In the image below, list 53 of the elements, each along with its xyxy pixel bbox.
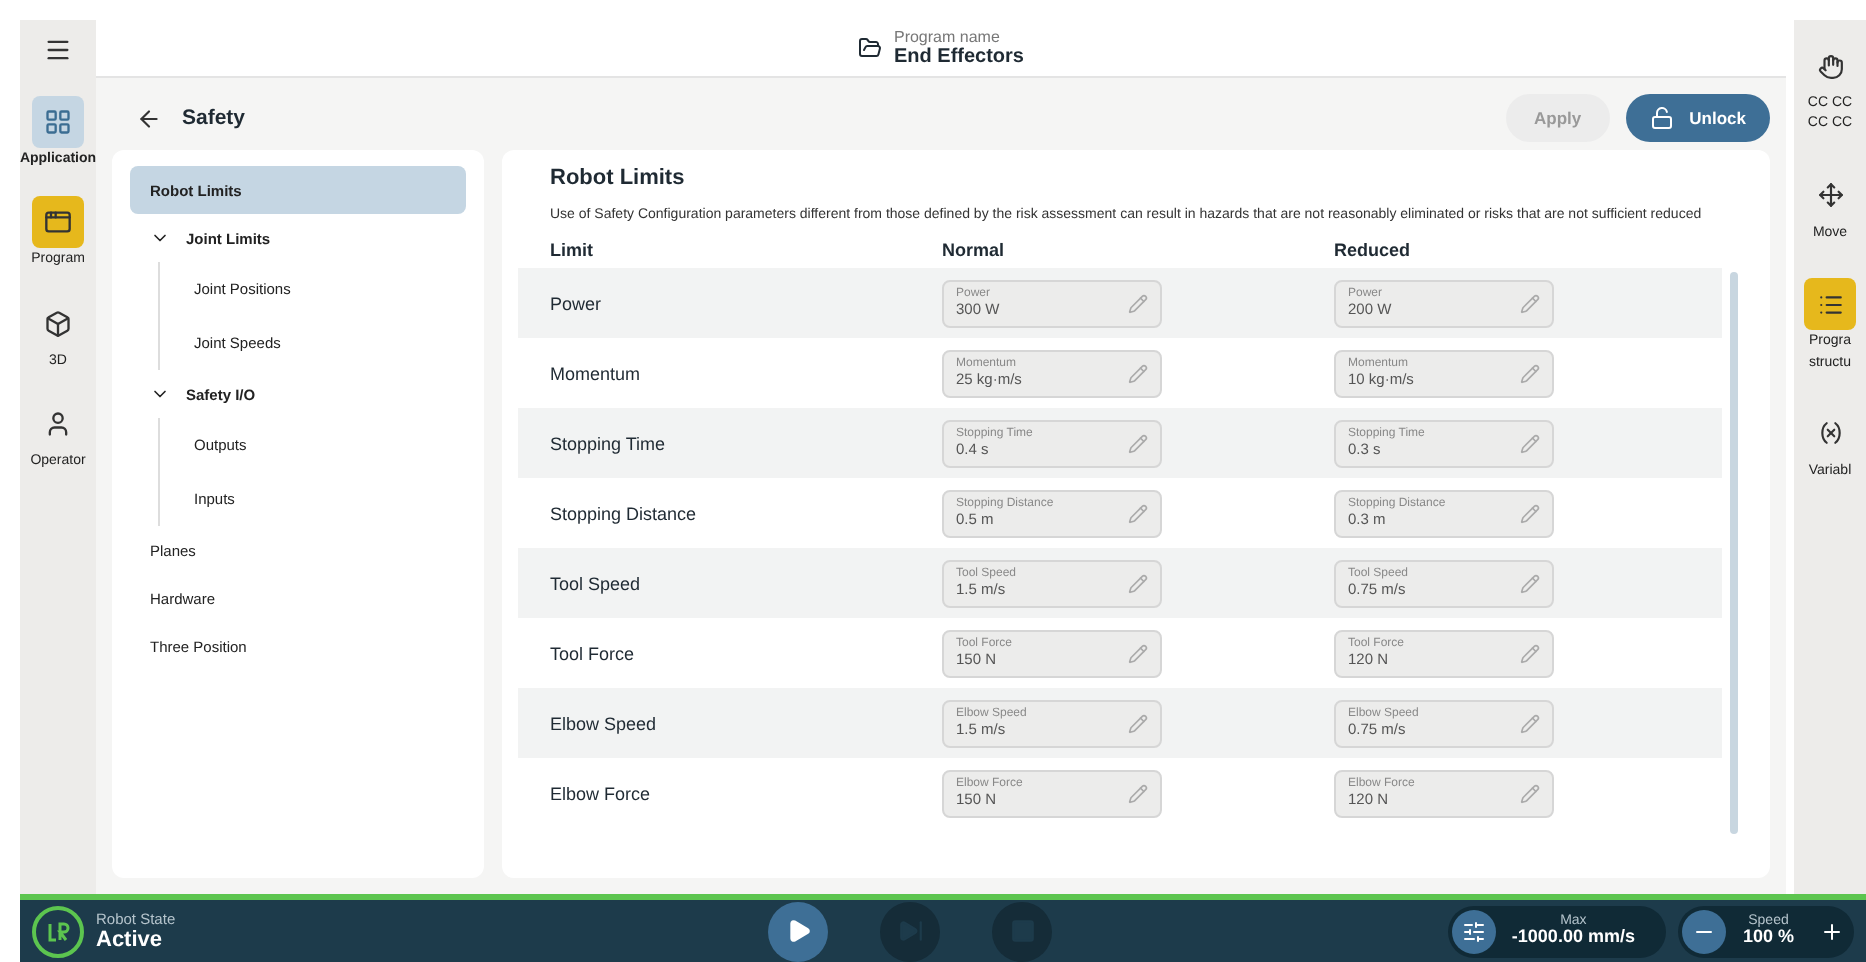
cube-icon (44, 309, 72, 338)
minus-button[interactable] (1682, 909, 1727, 953)
pencil-icon (1520, 293, 1540, 314)
play-button[interactable] (768, 901, 828, 961)
limit-name: Tool Speed (550, 573, 643, 594)
column-header: Normal (942, 238, 1007, 265)
pencil-icon (1128, 433, 1148, 454)
column-header: Reduced (1334, 238, 1413, 265)
limit-name: Power (550, 293, 604, 314)
pencil-icon (1520, 363, 1540, 384)
pencil-icon (1520, 433, 1540, 454)
pencil-icon (1520, 573, 1540, 594)
robot-state: Active (96, 928, 165, 952)
sliders-button[interactable] (1451, 909, 1496, 953)
play-icon (785, 918, 811, 944)
variable-icon (1817, 420, 1843, 447)
plus-icon (1820, 919, 1844, 943)
page-title: Safety (182, 106, 248, 130)
limit-name: Stopping Time (550, 433, 668, 454)
pencil-icon (1520, 503, 1540, 524)
limit-name: Elbow Force (550, 783, 653, 804)
folder-icon (857, 36, 882, 60)
column-header: Limit (550, 238, 595, 265)
unlocked-padlock-icon (1649, 106, 1674, 130)
move-arrows-icon (1817, 182, 1843, 209)
limit-name: Elbow Speed (550, 713, 659, 734)
limit-name: Momentum (550, 363, 643, 384)
sliders-icon (1461, 919, 1486, 943)
scrollbar[interactable] (1730, 272, 1738, 834)
pencil-icon (1128, 293, 1148, 314)
hand-icon (1817, 53, 1843, 79)
header-label: Program name (893, 28, 1002, 46)
program-name: End Effectors (893, 46, 1024, 68)
unlock-button[interactable]: Unlock (1625, 94, 1770, 142)
pencil-icon (1128, 713, 1148, 734)
user-icon (44, 410, 72, 439)
logo-icon (32, 905, 84, 957)
limit-name: Stopping Distance (550, 503, 699, 524)
pencil-icon (1128, 363, 1148, 384)
list-icon (1817, 291, 1843, 318)
pencil-icon (1520, 783, 1540, 804)
window-icon (44, 208, 72, 237)
pencil-icon (1128, 783, 1148, 804)
menu-icon (44, 36, 72, 64)
pencil-icon (1520, 713, 1540, 734)
pencil-icon (1128, 643, 1148, 664)
pencil-icon (1128, 503, 1148, 524)
pencil-icon (1520, 643, 1540, 664)
back-arrow-icon (136, 105, 162, 131)
grid-icon (44, 108, 72, 136)
limit-name: Tool Force (550, 643, 637, 664)
pencil-icon (1128, 573, 1148, 594)
panel-title: Robot Limits (550, 166, 687, 190)
